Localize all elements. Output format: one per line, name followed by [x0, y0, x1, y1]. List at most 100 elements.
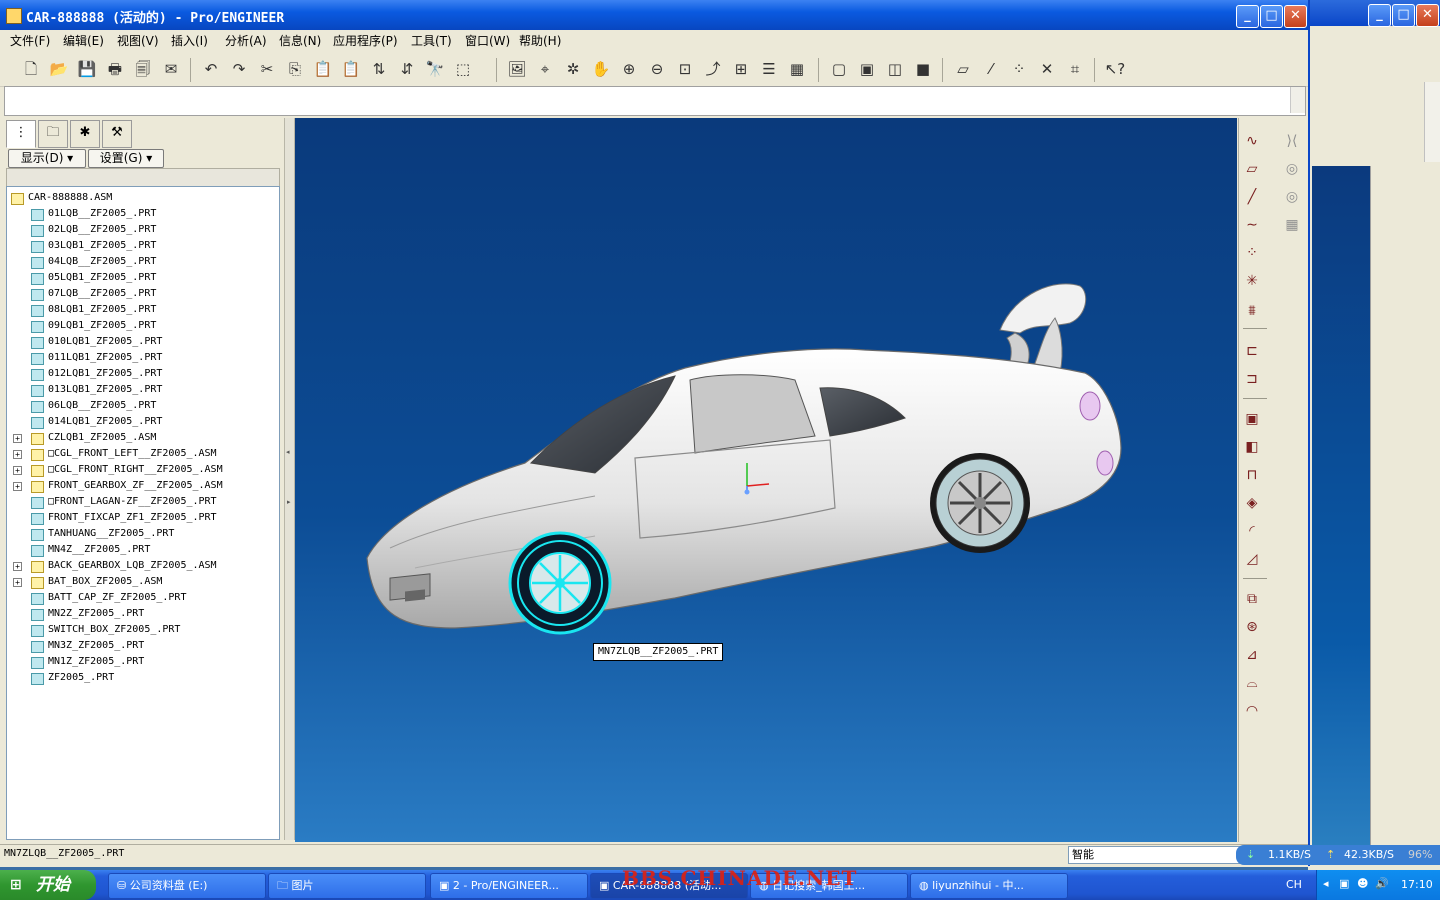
graphics-window[interactable]	[295, 118, 1237, 842]
menu-tools[interactable]: 工具(T)	[411, 32, 452, 49]
cut-icon[interactable]: ✂	[256, 58, 278, 80]
pattern-icon[interactable]: ▣	[1241, 408, 1263, 430]
menu-file[interactable]: 文件(F)	[10, 32, 50, 49]
tree-row[interactable]: 03LQB1_ZF2005_.PRT	[7, 238, 279, 254]
paste-icon[interactable]: 📋	[312, 58, 334, 80]
tree-row[interactable]: MN4Z__ZF2005_.PRT	[7, 542, 279, 558]
tray-expand-icon[interactable]: ◂	[1323, 877, 1329, 890]
tree-row[interactable]: MN3Z_ZF2005_.PRT	[7, 638, 279, 654]
find-icon[interactable]: 🔭	[424, 58, 446, 80]
datum-plane-display-icon[interactable]: ▱	[952, 58, 974, 80]
new-file-icon[interactable]: 🗋	[20, 58, 42, 80]
csys-display-icon[interactable]: ✕	[1036, 58, 1058, 80]
tree-row[interactable]: + FRONT_GEARBOX_ZF__ZF2005_.ASM	[7, 478, 279, 494]
print-icon[interactable]: 🖶	[104, 58, 126, 80]
send-mail-icon[interactable]: ✉	[160, 58, 182, 80]
maximize-button[interactable]: □	[1260, 5, 1283, 28]
datum-axis-tool-icon[interactable]: ╱	[1241, 186, 1263, 208]
tree-row[interactable]: 06LQB__ZF2005_.PRT	[7, 398, 279, 414]
tree-row[interactable]: 02LQB__ZF2005_.PRT	[7, 222, 279, 238]
panel-splitter[interactable]: ◂ ▸	[284, 118, 295, 840]
datum-point-display-icon[interactable]: ⁘	[1008, 58, 1030, 80]
tree-row[interactable]: 07LQB__ZF2005_.PRT	[7, 286, 279, 302]
front-wheel-highlighted[interactable]	[508, 531, 612, 635]
clock[interactable]: 17:10	[1401, 878, 1433, 891]
select-box-icon[interactable]: ⬚	[452, 58, 474, 80]
tree-expand-icon[interactable]: +	[13, 450, 22, 459]
menu-view[interactable]: 视图(V)	[117, 32, 159, 49]
show-dropdown[interactable]: 显示(D) ▾	[8, 149, 86, 168]
tree-row[interactable]: SWITCH_BOX_ZF2005_.PRT	[7, 622, 279, 638]
datum-csys-tool-icon[interactable]: ✳	[1241, 270, 1263, 292]
tree-row[interactable]: 014LQB1_ZF2005_.PRT	[7, 414, 279, 430]
tree-row[interactable]: □FRONT_LAGAN-ZF__ZF2005_.PRT	[7, 494, 279, 510]
axis-pattern-icon[interactable]: ⊛	[1241, 616, 1263, 638]
car-model-render[interactable]	[295, 118, 1237, 842]
language-indicator[interactable]: CH	[1286, 878, 1302, 891]
menu-help[interactable]: 帮助(H)	[519, 32, 561, 49]
annotation-display-icon[interactable]: ⌗	[1064, 58, 1086, 80]
tree-row[interactable]: + BACK_GEARBOX_LQB_ZF2005_.ASM	[7, 558, 279, 574]
copy-icon[interactable]: ⎘	[284, 58, 306, 80]
zoom-out-icon[interactable]: ⊖	[646, 58, 668, 80]
folder-browser-tab-icon[interactable]: 🗀	[38, 120, 68, 148]
datum-point-tool-icon[interactable]: ⁘	[1241, 242, 1263, 264]
redo-icon[interactable]: ↷	[228, 58, 250, 80]
open-folder-icon[interactable]: 📂	[48, 58, 70, 80]
regenerate-icon[interactable]: ⇅	[368, 58, 390, 80]
hole-icon[interactable]: ◈	[1241, 492, 1263, 514]
cut-out-icon[interactable]: ⊓	[1241, 464, 1263, 486]
tree-row[interactable]: + □CGL_FRONT_LEFT__ZF2005_.ASM	[7, 446, 279, 462]
background-window-scrollbar[interactable]	[1424, 82, 1440, 162]
task-pictures[interactable]: 🗀 图片	[268, 873, 426, 899]
repaint-icon[interactable]: 🖼	[506, 58, 528, 80]
menu-window[interactable]: 窗口(W)	[465, 32, 510, 49]
menu-info[interactable]: 信息(N)	[279, 32, 321, 49]
bg-maximize-button[interactable]: □	[1392, 4, 1415, 27]
layers-icon[interactable]: ☰	[758, 58, 780, 80]
boundary-blend-icon[interactable]: ◠	[1241, 700, 1263, 722]
bg-close-button[interactable]: ✕	[1416, 4, 1439, 27]
print-preview-icon[interactable]: 🗐	[132, 58, 154, 80]
tree-row[interactable]: TANHUANG__ZF2005_.PRT	[7, 526, 279, 542]
datum-curve-tool-icon[interactable]: ∼	[1241, 214, 1263, 236]
offset-icon[interactable]: ⧉	[1241, 588, 1263, 610]
shading-icon[interactable]: ■	[912, 58, 934, 80]
tree-expand-icon[interactable]: +	[13, 482, 22, 491]
tree-row[interactable]: + □CGL_FRONT_RIGHT__ZF2005_.ASM	[7, 462, 279, 478]
minimize-button[interactable]: _	[1236, 5, 1259, 28]
tree-row[interactable]: BATT_CAP_ZF_ZF2005_.PRT	[7, 590, 279, 606]
favorites-tab-icon[interactable]: ✱	[70, 120, 100, 148]
start-button[interactable]: ⊞ 开始	[0, 870, 96, 900]
tree-row[interactable]: 09LQB1_ZF2005_.PRT	[7, 318, 279, 334]
task-proengineer[interactable]: ▣ 2 - Pro/ENGINEER...	[430, 873, 588, 899]
tree-row[interactable]: 05LQB1_ZF2005_.PRT	[7, 270, 279, 286]
datum-axis-display-icon[interactable]: ⁄	[980, 58, 1002, 80]
tree-row[interactable]: 012LQB1_ZF2005_.PRT	[7, 366, 279, 382]
round-icon[interactable]: ◜	[1241, 520, 1263, 542]
tree-row[interactable]: 011LQB1_ZF2005_.PRT	[7, 350, 279, 366]
tree-row[interactable]: 08LQB1_ZF2005_.PRT	[7, 302, 279, 318]
datum-plane-tool-icon[interactable]: ▱	[1241, 158, 1263, 180]
create-component-icon[interactable]: ⊐	[1241, 368, 1263, 390]
wireframe-icon[interactable]: ▢	[828, 58, 850, 80]
menu-applications[interactable]: 应用程序(P)	[333, 32, 398, 49]
tree-row[interactable]: 013LQB1_ZF2005_.PRT	[7, 382, 279, 398]
tree-row[interactable]: + BAT_BOX_ZF2005_.ASM	[7, 574, 279, 590]
tree-expand-icon[interactable]: +	[13, 434, 22, 443]
collapse-arrow-icon[interactable]: ◂	[286, 448, 290, 456]
orient-mode-icon[interactable]: ✲	[562, 58, 584, 80]
message-area-scrollbar[interactable]	[1290, 87, 1305, 113]
draft-icon[interactable]: ⊿	[1241, 644, 1263, 666]
expand-arrow-icon[interactable]: ▸	[287, 498, 291, 506]
chamfer-icon[interactable]: ◿	[1241, 548, 1263, 570]
refit-icon[interactable]: ⊡	[674, 58, 696, 80]
spin-center-icon[interactable]: ⌖	[534, 58, 556, 80]
model-tree-tab-icon[interactable]: ⋮	[6, 120, 36, 148]
undo-icon[interactable]: ↶	[200, 58, 222, 80]
regenerate-manager-icon[interactable]: ⇵	[396, 58, 418, 80]
tree-row[interactable]: FRONT_FIXCAP_ZF1_ZF2005_.PRT	[7, 510, 279, 526]
connections-tab-icon[interactable]: ⚒	[102, 120, 132, 148]
merge-icon[interactable]: ◧	[1241, 436, 1263, 458]
tree-expand-icon[interactable]: +	[13, 578, 22, 587]
